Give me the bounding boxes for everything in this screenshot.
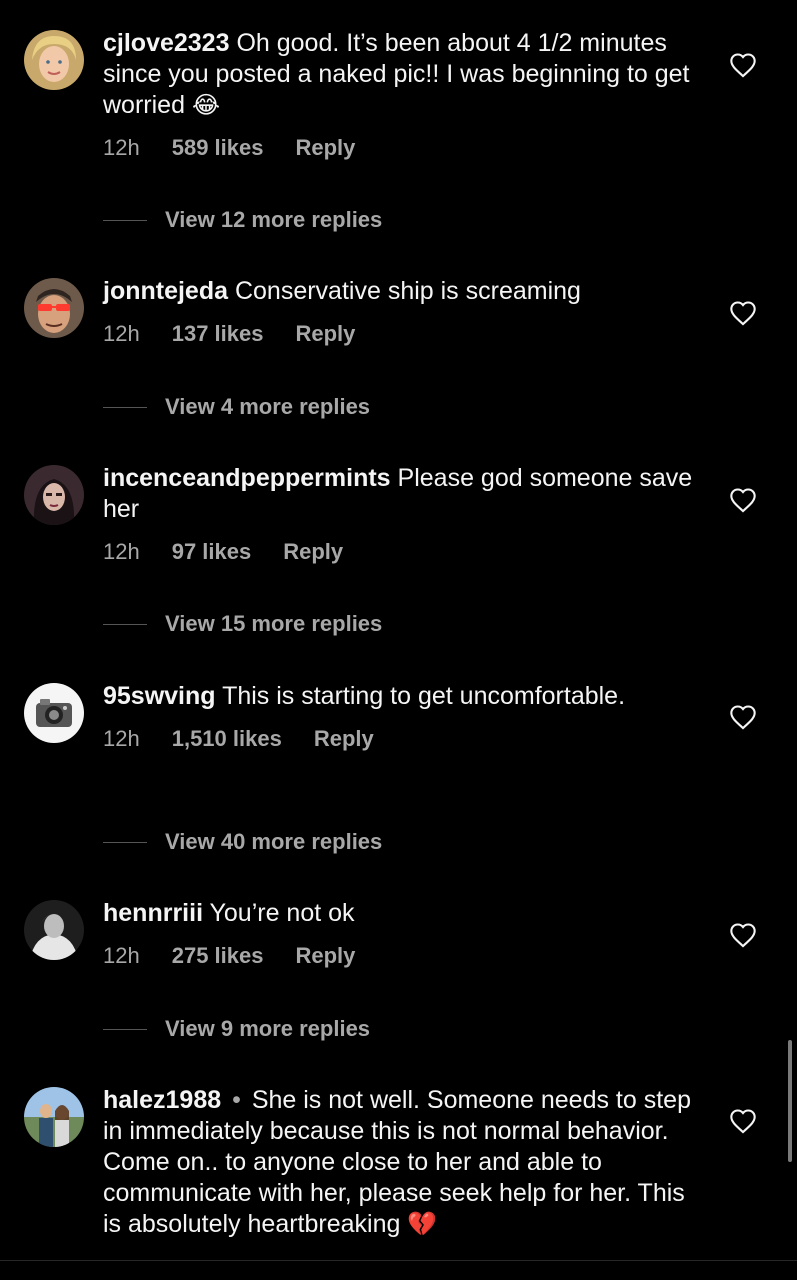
separator-dot: • [232,1086,241,1114]
avatar[interactable] [24,1087,84,1147]
comment-username[interactable]: halez1988 [103,1086,221,1114]
scrollbar[interactable] [788,1040,792,1162]
bottom-divider [0,1260,797,1261]
comment-item: halez1988 • She is not well. Someone nee… [0,0,797,1260]
comment-text: halez1988 • She is not well. Someone nee… [103,1085,693,1240]
heart-outline-icon[interactable] [729,1108,757,1134]
broken-heart-emoji: 💔 [407,1211,438,1238]
